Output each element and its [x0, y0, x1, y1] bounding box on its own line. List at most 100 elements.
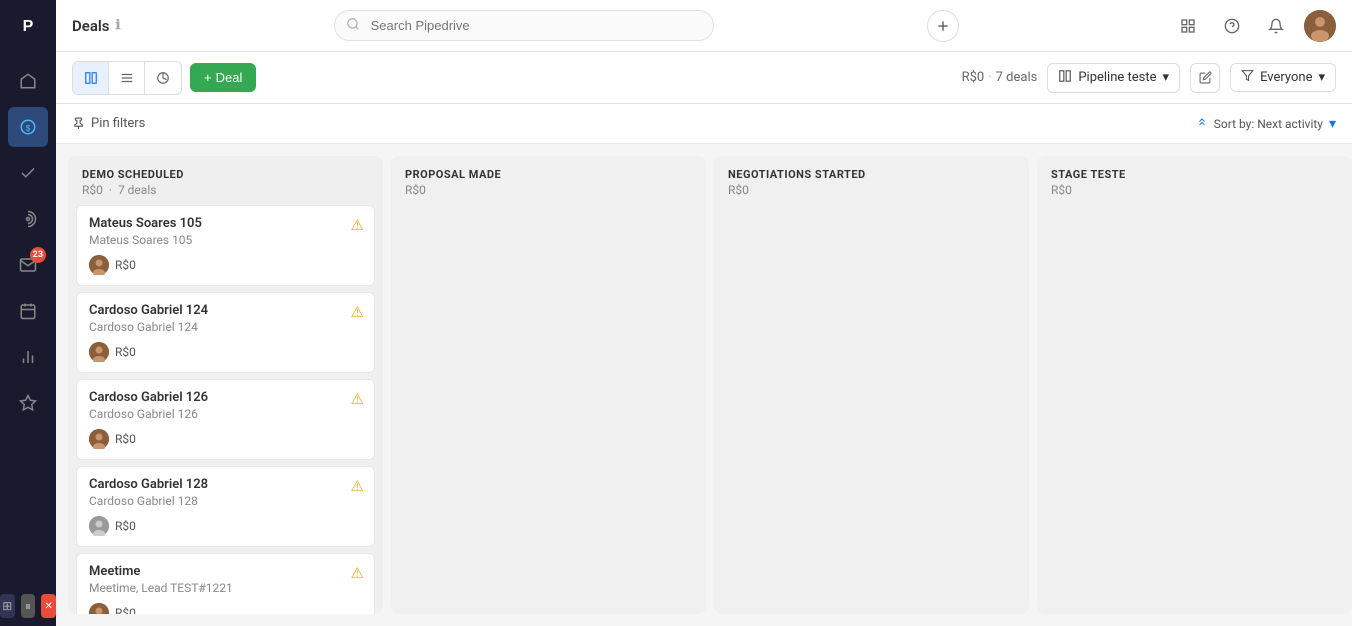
- sidebar-item-inbox[interactable]: 23: [8, 245, 48, 285]
- deal-card[interactable]: Mateus Soares 105 Mateus Soares 105 R$0 …: [76, 205, 375, 286]
- edit-pipeline-btn[interactable]: [1190, 63, 1220, 93]
- column-title-stage: STAGE TESTE: [1051, 168, 1338, 181]
- column-cards-demo: Mateus Soares 105 Mateus Soares 105 R$0 …: [68, 205, 383, 614]
- add-deal-button[interactable]: + Deal: [190, 63, 256, 92]
- sort-label: Sort by: Next activity: [1214, 117, 1323, 131]
- toolbar-right: R$0 · 7 deals Pipeline teste ▾: [962, 63, 1336, 93]
- filter-icon: [1241, 69, 1254, 86]
- svg-text:P: P: [23, 18, 34, 35]
- grid-icon-btn[interactable]: [1172, 10, 1204, 42]
- deal-card[interactable]: Cardoso Gabriel 128 Cardoso Gabriel 128 …: [76, 466, 375, 547]
- column-proposal-made: PROPOSAL MADE R$0: [391, 156, 706, 614]
- sidebar-item-activities[interactable]: [8, 153, 48, 193]
- add-deal-icon: +: [204, 70, 212, 85]
- warning-icon: ⚠: [351, 216, 364, 234]
- column-header-negotiations: NEGOTIATIONS STARTED R$0: [714, 156, 1029, 205]
- sidebar: P $ 23: [0, 0, 56, 626]
- add-button[interactable]: [927, 10, 959, 42]
- deal-value: R$0: [115, 345, 136, 359]
- kanban-view-btn[interactable]: [73, 62, 109, 94]
- help-icon-btn[interactable]: [1216, 10, 1248, 42]
- column-sub-proposal: R$0: [405, 183, 692, 197]
- column-sub-negotiations: R$0: [728, 183, 1015, 197]
- pin-filters-label: Pin filters: [91, 116, 145, 131]
- main-content: Deals ℹ: [56, 0, 1352, 626]
- grid-btn[interactable]: ⊞: [0, 594, 15, 618]
- column-stage-teste: STAGE TESTE R$0: [1037, 156, 1352, 614]
- pipeline-icon: [1058, 69, 1072, 87]
- filter-row: Pin filters Sort by: Next activity ▾: [56, 104, 1352, 144]
- view-toggle: [72, 61, 182, 95]
- column-title-negotiations: NEGOTIATIONS STARTED: [728, 168, 1015, 181]
- deal-name: Mateus Soares 105: [89, 216, 362, 231]
- column-header-demo: DEMO SCHEDULED R$0 · 7 deals: [68, 156, 383, 205]
- notification-icon-btn[interactable]: [1260, 10, 1292, 42]
- deal-card[interactable]: Cardoso Gabriel 124 Cardoso Gabriel 124 …: [76, 292, 375, 373]
- deal-card[interactable]: Meetime Meetime, Lead TEST#1221 R$0 ⚠: [76, 553, 375, 614]
- pipeline-label: Pipeline teste: [1078, 70, 1156, 85]
- pin-filters-btn[interactable]: Pin filters: [72, 116, 145, 131]
- column-header-stage: STAGE TESTE R$0: [1037, 156, 1352, 205]
- warning-icon: ⚠: [351, 303, 364, 321]
- sidebar-item-reports[interactable]: [8, 337, 48, 377]
- separator: ·: [988, 70, 991, 85]
- column-count-demo: 7 deals: [118, 183, 157, 197]
- close-btn[interactable]: ✕: [41, 594, 56, 618]
- deal-card[interactable]: Cardoso Gabriel 126 Cardoso Gabriel 126 …: [76, 379, 375, 460]
- deal-value: R$0: [115, 258, 136, 272]
- deal-footer: R$0: [89, 429, 362, 449]
- deal-avatar: [89, 255, 109, 275]
- deal-value: R$0: [115, 606, 136, 614]
- search-input[interactable]: [334, 10, 714, 41]
- deal-name: Cardoso Gabriel 126: [89, 390, 362, 405]
- deal-name: Cardoso Gabriel 124: [89, 303, 362, 318]
- deal-value: R$0: [115, 432, 136, 446]
- page-title: Deals: [72, 17, 110, 35]
- kanban-board: DEMO SCHEDULED R$0 · 7 deals Mateus Soar…: [56, 144, 1352, 626]
- deal-avatar: [89, 429, 109, 449]
- info-icon[interactable]: ℹ: [116, 18, 121, 33]
- sidebar-item-deals[interactable]: $: [8, 107, 48, 147]
- list-view-btn[interactable]: [109, 62, 145, 94]
- column-value-negotiations: R$0: [728, 183, 749, 197]
- add-deal-label: Deal: [216, 70, 243, 85]
- deal-name: Meetime: [89, 564, 362, 579]
- column-demo-scheduled: DEMO SCHEDULED R$0 · 7 deals Mateus Soar…: [68, 156, 383, 614]
- topbar: Deals ℹ: [56, 0, 1352, 52]
- total-info: R$0 · 7 deals: [962, 70, 1038, 85]
- sort-control[interactable]: Sort by: Next activity ▾: [1196, 116, 1336, 132]
- everyone-label: Everyone: [1260, 70, 1312, 85]
- deal-contact: Cardoso Gabriel 124: [89, 320, 362, 334]
- topbar-right: [1172, 10, 1336, 42]
- user-avatar[interactable]: [1304, 10, 1336, 42]
- pipeline-chevron: ▾: [1163, 70, 1170, 85]
- column-negotiations: NEGOTIATIONS STARTED R$0: [714, 156, 1029, 614]
- deal-avatar: [89, 516, 109, 536]
- inbox-badge: 23: [30, 247, 46, 263]
- warning-icon: ⚠: [351, 390, 364, 408]
- deal-contact: Cardoso Gabriel 126: [89, 407, 362, 421]
- deal-value: R$0: [115, 519, 136, 533]
- deal-footer: R$0: [89, 342, 362, 362]
- chart-view-btn[interactable]: [145, 62, 181, 94]
- total-deals: 7 deals: [996, 70, 1038, 85]
- column-title-demo: DEMO SCHEDULED: [82, 168, 369, 181]
- deal-footer: R$0: [89, 516, 362, 536]
- sort-up-icon: [1196, 116, 1208, 131]
- bottom-controls: ⊞ ⏸ ✕: [0, 586, 56, 626]
- deal-contact: Cardoso Gabriel 128: [89, 494, 362, 508]
- sidebar-item-products[interactable]: [8, 383, 48, 423]
- sidebar-logo[interactable]: P: [12, 10, 44, 42]
- deal-avatar: [89, 603, 109, 614]
- everyone-select[interactable]: Everyone ▾: [1230, 63, 1336, 92]
- sidebar-item-campaigns[interactable]: [8, 199, 48, 239]
- pipeline-select[interactable]: Pipeline teste ▾: [1047, 63, 1180, 93]
- toolbar: + Deal R$0 · 7 deals Pipeline teste ▾: [56, 52, 1352, 104]
- column-sub-demo: R$0 · 7 deals: [82, 183, 369, 197]
- sidebar-item-calendar[interactable]: [8, 291, 48, 331]
- pause-btn[interactable]: ⏸: [21, 594, 36, 618]
- sidebar-item-home[interactable]: [8, 61, 48, 101]
- page-title-container: Deals ℹ: [72, 17, 120, 35]
- deal-footer: R$0: [89, 255, 362, 275]
- deal-contact: Mateus Soares 105: [89, 233, 362, 247]
